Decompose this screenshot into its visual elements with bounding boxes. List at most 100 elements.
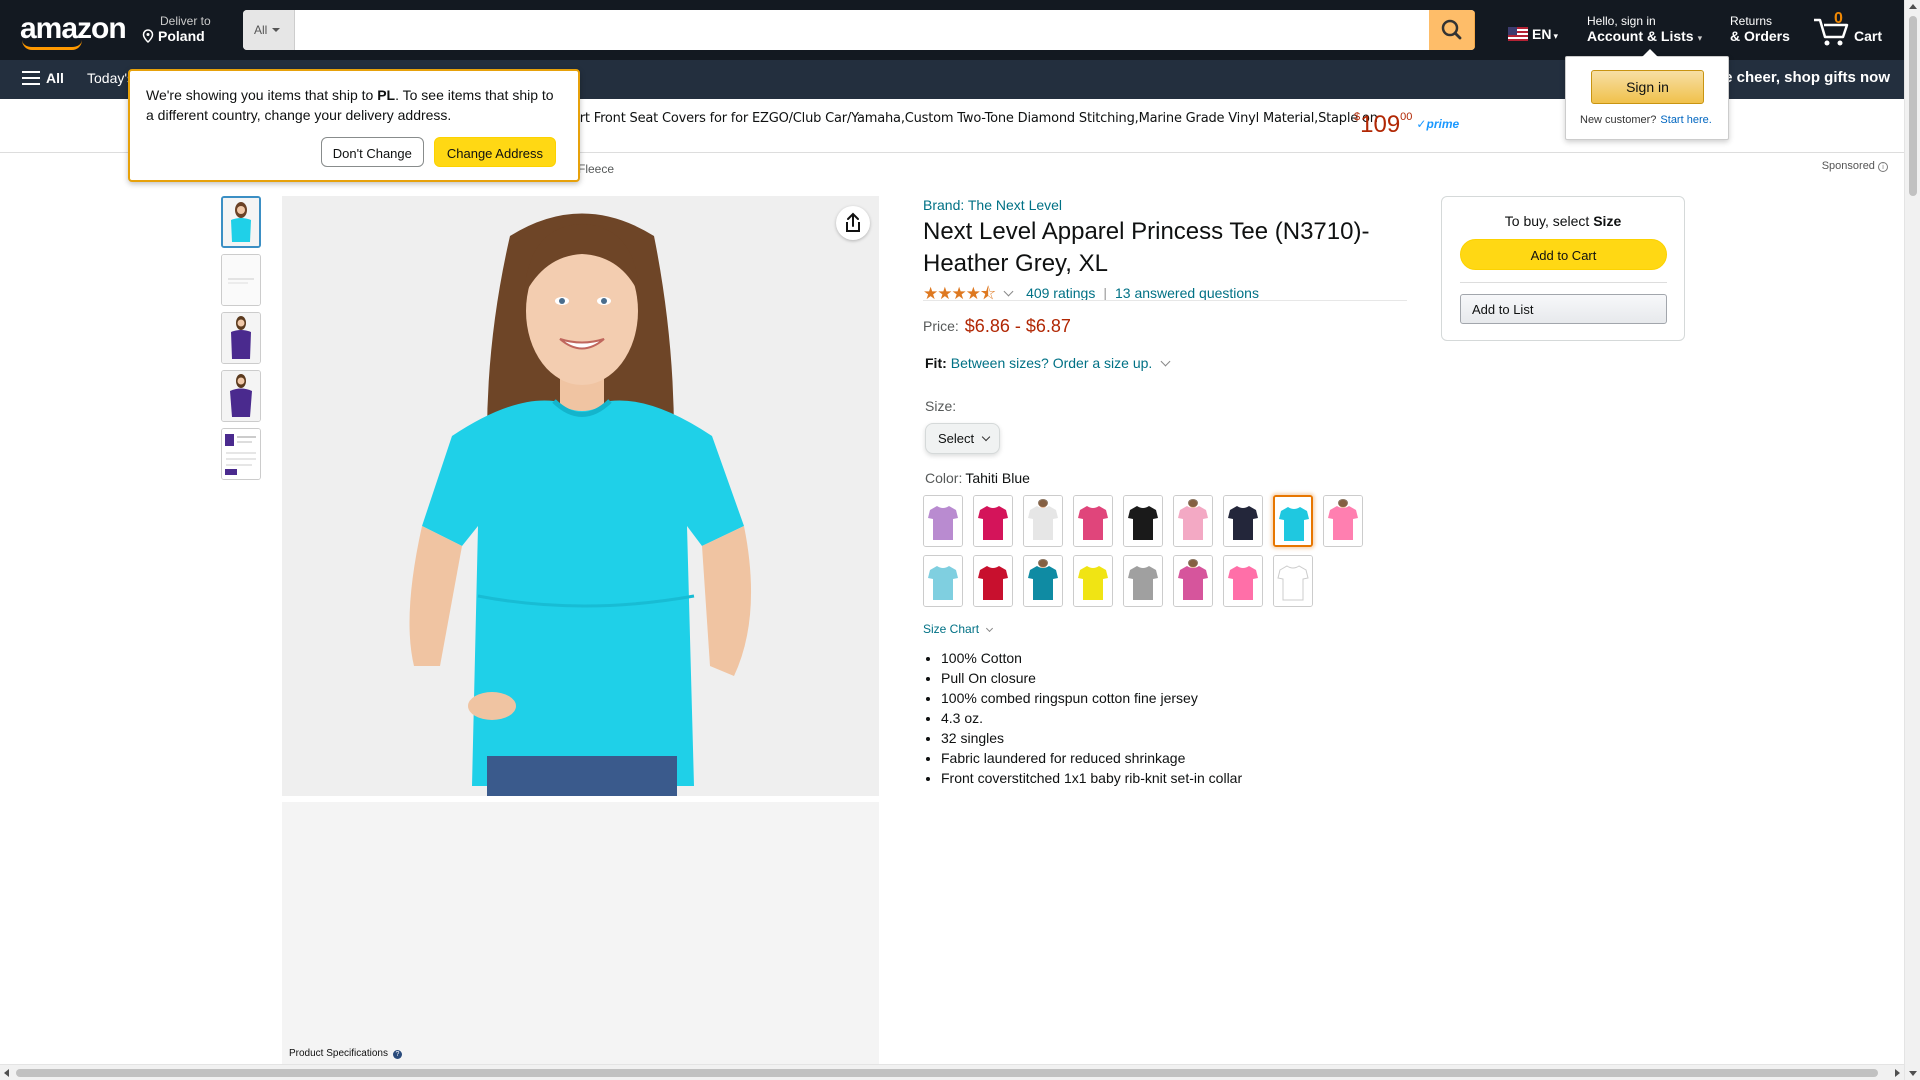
color-swatch[interactable]: [973, 495, 1013, 547]
to-buy-size: Size: [1593, 213, 1622, 229]
color-swatch[interactable]: [1273, 495, 1313, 547]
breadcrumb[interactable]: Fleece: [578, 162, 614, 176]
color-swatch[interactable]: [1323, 495, 1363, 547]
color-swatch[interactable]: [1223, 555, 1263, 607]
add-to-list-button[interactable]: Add to List: [1460, 294, 1667, 324]
thumbnail-image: [223, 198, 259, 246]
fit-link[interactable]: Between sizes? Order a size up.: [951, 355, 1153, 371]
color-swatch[interactable]: [1173, 495, 1213, 547]
main-product-image[interactable]: [282, 196, 879, 796]
scroll-right-arrow-icon[interactable]: [1895, 1069, 1900, 1077]
help-icon: ?: [392, 1050, 402, 1059]
dont-change-button[interactable]: Don't Change: [320, 137, 424, 167]
color-swatch[interactable]: [923, 495, 963, 547]
scroll-up-arrow-icon[interactable]: [1909, 4, 1917, 9]
sponsored-text: Sponsored: [1821, 160, 1875, 172]
star-rating-icon[interactable]: ★★★★⯪: [923, 281, 996, 310]
language-label: EN: [1532, 26, 1552, 42]
new-customer-text: New customer? Start here.: [1580, 114, 1712, 126]
all-menu-button[interactable]: All: [22, 70, 64, 86]
account-lists[interactable]: Hello, sign in Account & Lists ▾: [1587, 14, 1702, 44]
color-label: Color: Tahiti Blue: [925, 470, 1030, 486]
color-swatch[interactable]: [1023, 555, 1063, 607]
signin-flyout: Sign in New customer? Start here.: [1565, 49, 1729, 140]
chevron-down-icon: [981, 432, 991, 442]
cart-button[interactable]: 0 Cart: [1812, 10, 1892, 48]
thumbnail-2[interactable]: [221, 254, 261, 306]
thumbnail-3[interactable]: [221, 312, 261, 364]
start-here-link[interactable]: Start here.: [1660, 114, 1711, 126]
search-input[interactable]: [295, 10, 1423, 50]
product-title: Next Level Apparel Princess Tee (N3710)-…: [923, 218, 1370, 277]
feature-bullet: 32 singles: [941, 728, 1242, 748]
caret-down-icon: ▾: [1697, 33, 1703, 43]
change-address-button[interactable]: Change Address: [433, 137, 556, 167]
thumbnail-image: [222, 313, 260, 363]
language-selector[interactable]: EN ▾: [1508, 26, 1558, 42]
chevron-down-icon[interactable]: [1003, 286, 1014, 297]
fit-label: Fit:: [925, 355, 947, 371]
ad-price-fraction: 00: [1400, 111, 1413, 123]
product-photo: [282, 196, 879, 796]
swatch-shirt-image: [1224, 556, 1262, 606]
color-swatch[interactable]: [1273, 555, 1313, 607]
brand-link[interactable]: Brand: The Next Level: [923, 197, 1062, 213]
sponsored-label[interactable]: Sponsored i: [1822, 160, 1888, 172]
swatch-shirt-image: [1324, 496, 1362, 546]
deliver-country-text: Poland: [158, 28, 205, 44]
product-specifications-label[interactable]: Product Specifications?: [289, 1048, 402, 1059]
scroll-down-arrow-icon[interactable]: [1909, 1071, 1917, 1076]
color-swatch[interactable]: [1073, 495, 1113, 547]
color-swatch[interactable]: [1123, 555, 1163, 607]
size-dropdown-value: Select: [938, 431, 975, 446]
size-chart-link[interactable]: Size Chart: [923, 622, 994, 636]
deliver-to[interactable]: Deliver to Poland: [142, 14, 211, 44]
color-swatch[interactable]: [923, 555, 963, 607]
returns-orders[interactable]: Returns & Orders: [1730, 14, 1790, 44]
price-value: $6.86 - $6.87: [964, 316, 1071, 336]
swatch-shirt-image: [974, 556, 1012, 606]
search-button[interactable]: [1429, 10, 1475, 50]
divider: [923, 300, 1407, 301]
swatch-shirt-image: [924, 496, 962, 546]
swatch-shirt-image: [1174, 496, 1212, 546]
vertical-scrollbar[interactable]: [1904, 0, 1920, 1080]
all-menu-label: All: [46, 70, 64, 86]
add-to-cart-button[interactable]: Add to Cart: [1460, 239, 1667, 270]
thumbnail-4[interactable]: [221, 370, 261, 422]
tooltip-text-before: We're showing you items that ship to: [146, 87, 378, 103]
ad-price-whole: 109: [1360, 111, 1401, 138]
color-swatch[interactable]: [1123, 495, 1163, 547]
ad-text[interactable]: art Front Seat Covers for for EZGO/Club …: [572, 111, 1378, 126]
separator: |: [1103, 285, 1107, 301]
swatch-shirt-image: [1224, 496, 1262, 546]
swatch-shirt-image: [1024, 496, 1062, 546]
color-swatch[interactable]: [973, 555, 1013, 607]
size-dropdown[interactable]: Select: [925, 423, 1000, 454]
scrollbar-thumb[interactable]: [16, 1069, 1878, 1077]
color-swatch[interactable]: [1223, 495, 1263, 547]
scroll-left-arrow-icon[interactable]: [4, 1069, 9, 1077]
color-swatch[interactable]: [1173, 555, 1213, 607]
color-swatch[interactable]: [1073, 555, 1113, 607]
answered-questions-link[interactable]: 13 answered questions: [1115, 285, 1259, 301]
signin-button[interactable]: Sign in: [1591, 70, 1704, 104]
horizontal-scrollbar[interactable]: [0, 1064, 1904, 1080]
ratings-count-link[interactable]: 409 ratings: [1026, 285, 1095, 301]
tooltip-message: We're showing you items that ship to PL.…: [146, 85, 562, 125]
thumbnail-5[interactable]: [221, 428, 261, 480]
share-icon: [846, 212, 860, 232]
swatch-shirt-image: [1275, 497, 1311, 545]
chevron-down-icon: [985, 624, 994, 633]
color-swatch[interactable]: [1023, 495, 1063, 547]
search-category-dropdown[interactable]: All: [243, 10, 295, 50]
scrollbar-thumb[interactable]: [1909, 16, 1917, 196]
delivery-location-tooltip: We're showing you items that ship to PL.…: [128, 69, 580, 182]
chevron-down-icon[interactable]: [1160, 356, 1171, 367]
nav-todays-deals[interactable]: Today's: [87, 70, 134, 86]
chevron-down-icon: [272, 28, 281, 32]
share-button[interactable]: [836, 206, 870, 240]
deliver-to-label: Deliver to: [160, 14, 211, 28]
thumbnail-1[interactable]: [221, 196, 261, 248]
feature-bullet: Pull On closure: [941, 668, 1242, 688]
